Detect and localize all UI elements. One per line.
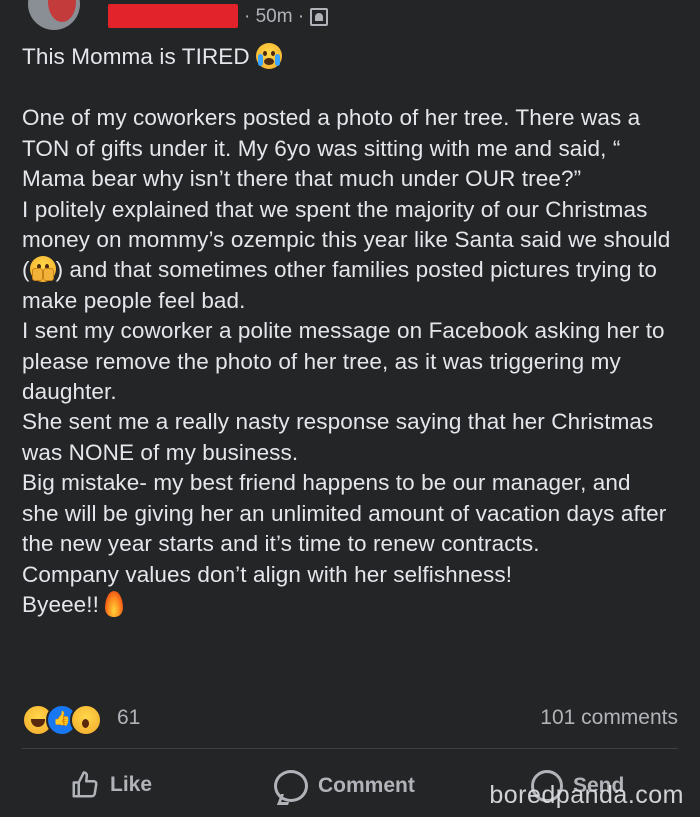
comments-count-link[interactable]: 101 comments	[540, 706, 678, 730]
comment-button[interactable]: Comment	[274, 770, 415, 802]
reactions-row: 61 101 comments	[22, 702, 678, 736]
post-body: This Momma is TIRED One of my coworkers …	[22, 42, 672, 620]
post-text-part-1: One of my coworkers posted a photo of he…	[22, 105, 671, 283]
friends-privacy-icon[interactable]	[310, 8, 329, 26]
comment-bubble-icon	[274, 770, 308, 802]
reaction-icons[interactable]	[22, 704, 102, 736]
fire-icon	[105, 590, 124, 617]
crying-face-icon	[256, 43, 283, 69]
post-text-part-2: ) and that sometimes other families post…	[22, 257, 667, 617]
wow-reaction-icon	[70, 704, 102, 736]
post-timestamp[interactable]: · 50m ·	[244, 6, 304, 28]
author-name-redacted[interactable]	[108, 4, 238, 28]
post-title-text: This Momma is TIRED	[22, 44, 250, 69]
comment-label: Comment	[318, 774, 415, 797]
thumbs-up-icon	[72, 771, 98, 798]
like-button[interactable]: Like	[70, 770, 152, 800]
fearful-face-icon	[29, 256, 56, 283]
post-meta: · 50m ·	[244, 6, 329, 28]
reaction-count[interactable]: 61	[117, 706, 140, 730]
watermark: boredpanda.com	[489, 781, 684, 809]
post-title: This Momma is TIRED	[22, 42, 672, 72]
avatar[interactable]	[28, 0, 80, 30]
like-label: Like	[110, 773, 153, 796]
divider	[22, 748, 678, 749]
post-header: · 50m ·	[0, 0, 700, 36]
